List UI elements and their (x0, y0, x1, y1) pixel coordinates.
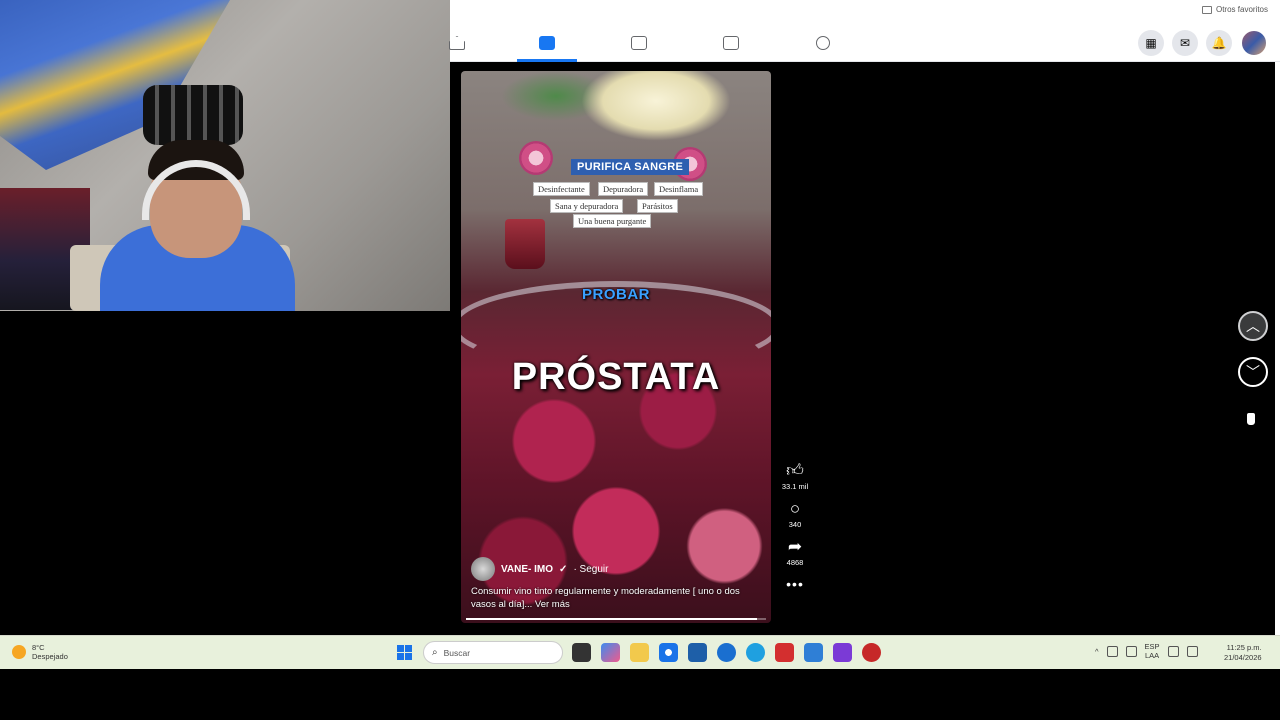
taskbar-apps (572, 643, 881, 662)
thumbs-up-icon: 👍︎ (786, 461, 804, 480)
see-more-link[interactable]: Ver más (535, 599, 570, 610)
follow-link[interactable]: · Seguir (573, 564, 608, 575)
gaming-icon (816, 36, 830, 50)
store-app-icon[interactable] (688, 643, 707, 662)
video-icon (539, 36, 555, 50)
lang-top: ESP (1144, 642, 1160, 651)
hand-cursor-icon (1246, 412, 1256, 426)
system-tray: ^ ESP LAA (1095, 642, 1198, 660)
wifi-icon[interactable] (1167, 645, 1179, 657)
screen: Otros favoritos ▦ ✉ 🔔 PURIFICA SANGRE De… (0, 0, 1280, 720)
chevron-down-icon: ﹀ (1246, 364, 1260, 380)
search-placeholder: Buscar (443, 647, 471, 658)
store-icon (723, 36, 739, 50)
clock-time: 11:25 p.m. (1226, 643, 1262, 652)
messenger-icon[interactable]: ✉ (1172, 30, 1198, 56)
home-icon (449, 36, 465, 50)
lang-bottom: LAA (1144, 651, 1160, 660)
menu-grid-icon[interactable]: ▦ (1138, 30, 1164, 56)
windows-taskbar: 8°C Despejado ⌕ Buscar ^ ESP LAA 11:25 p… (0, 635, 1280, 669)
author-avatar[interactable] (471, 557, 495, 581)
like-button[interactable]: 👍︎ 33.1 mil (781, 461, 809, 492)
more-options-icon[interactable]: ••• (786, 576, 804, 592)
clock[interactable]: 11:25 p.m. 21/04/2026 (1224, 643, 1262, 663)
chip: Depuradora (598, 182, 649, 196)
taskbar-search[interactable]: ⌕ Buscar (423, 641, 563, 664)
search-icon: ⌕ (432, 647, 438, 658)
video-progress-fill (466, 618, 757, 620)
previous-reel-button[interactable]: ︿ (1238, 311, 1268, 341)
wine-glass (505, 219, 545, 269)
like-count: 33.1 mil (781, 482, 809, 491)
next-reel-button[interactable]: ﹀ (1238, 357, 1268, 387)
mic-icon[interactable] (1125, 645, 1137, 657)
comment-icon: ○ (789, 499, 801, 518)
clock-date: 21/04/2026 (1224, 653, 1262, 662)
reel-video[interactable]: PURIFICA SANGRE Desinfectante Depuradora… (461, 71, 771, 623)
overlay-title: PURIFICA SANGRE (571, 159, 690, 175)
app-icon[interactable] (833, 643, 852, 662)
share-button[interactable]: ➦ 4868 (786, 537, 804, 568)
overlay-subtitle: PROBAR (581, 286, 650, 303)
comment-count: 340 (788, 520, 802, 529)
facebook-nav: ▦ ✉ 🔔 (449, 24, 1280, 62)
hp-icon[interactable] (717, 643, 736, 662)
nav-video[interactable] (517, 24, 577, 62)
caption-text: Consumir vino tinto regularmente y moder… (471, 586, 740, 610)
volume-icon[interactable] (1186, 645, 1198, 657)
comment-button[interactable]: ○ 340 (788, 499, 802, 530)
app-icon[interactable] (862, 643, 881, 662)
flower (581, 71, 731, 141)
edge-icon[interactable] (746, 643, 765, 662)
letterbox-bottom (0, 669, 1280, 720)
chip: Parásitos (637, 199, 678, 213)
chip: Desinflama (654, 182, 704, 196)
sun-icon (12, 645, 26, 659)
profile-avatar[interactable] (1240, 29, 1268, 57)
verified-icon: ✓ (559, 563, 568, 575)
nav-home[interactable] (427, 24, 487, 62)
nav-gaming[interactable] (793, 24, 853, 62)
weather-desc: Despejado (32, 652, 68, 661)
app-icon[interactable] (804, 643, 823, 662)
notifications-icon[interactable]: 🔔 (1206, 30, 1232, 56)
author-name[interactable]: VANE- IMO (501, 564, 553, 575)
share-icon: ➦ (787, 537, 803, 556)
caption: Consumir vino tinto regularmente y moder… (471, 585, 766, 611)
bookmarks-bar: Otros favoritos (450, 0, 1280, 24)
chip: Desinfectante (533, 182, 590, 196)
language-indicator[interactable]: ESP LAA (1145, 642, 1160, 660)
network-icon[interactable] (1106, 645, 1118, 657)
chip: Una buena purgante (573, 214, 652, 228)
fb-right-nav: ▦ ✉ 🔔 (1138, 29, 1268, 57)
file-explorer-icon[interactable] (630, 643, 649, 662)
webcam-overlay (0, 0, 450, 311)
chip: Sana y depuradora (550, 199, 624, 213)
weather-text: 8°C Despejado (32, 643, 68, 661)
chart-icon (631, 36, 647, 50)
share-count: 4868 (786, 558, 804, 567)
weather-widget[interactable]: 8°C Despejado (12, 643, 68, 661)
video-progress[interactable] (466, 618, 766, 620)
author-row: VANE- IMO ✓ · Seguir (471, 557, 608, 581)
chevron-up-icon[interactable]: ^ (1095, 647, 1099, 656)
other-favorites-label: Otros favoritos (1215, 5, 1268, 14)
reel-actions: 👍︎ 33.1 mil ○ 340 ➦ 4868 ••• (778, 461, 812, 593)
folder-icon (1201, 5, 1212, 14)
copilot-icon[interactable] (601, 643, 620, 662)
start-button[interactable] (397, 645, 412, 660)
overlay-headline: PRÓSTATA (511, 356, 721, 398)
chrome-icon[interactable] (659, 643, 678, 662)
weather-temp: 8°C (32, 643, 45, 652)
shoes-on-wall (143, 85, 243, 145)
nav-insights[interactable] (609, 24, 669, 62)
nav-marketplace[interactable] (701, 24, 761, 62)
onion-graphic (519, 141, 553, 175)
chevron-up-icon: ︿ (1246, 318, 1260, 334)
other-favorites[interactable]: Otros favoritos (1201, 5, 1268, 14)
task-view-icon[interactable] (572, 643, 591, 662)
mcafee-icon[interactable] (775, 643, 794, 662)
scrollbar-edge (1275, 62, 1280, 635)
